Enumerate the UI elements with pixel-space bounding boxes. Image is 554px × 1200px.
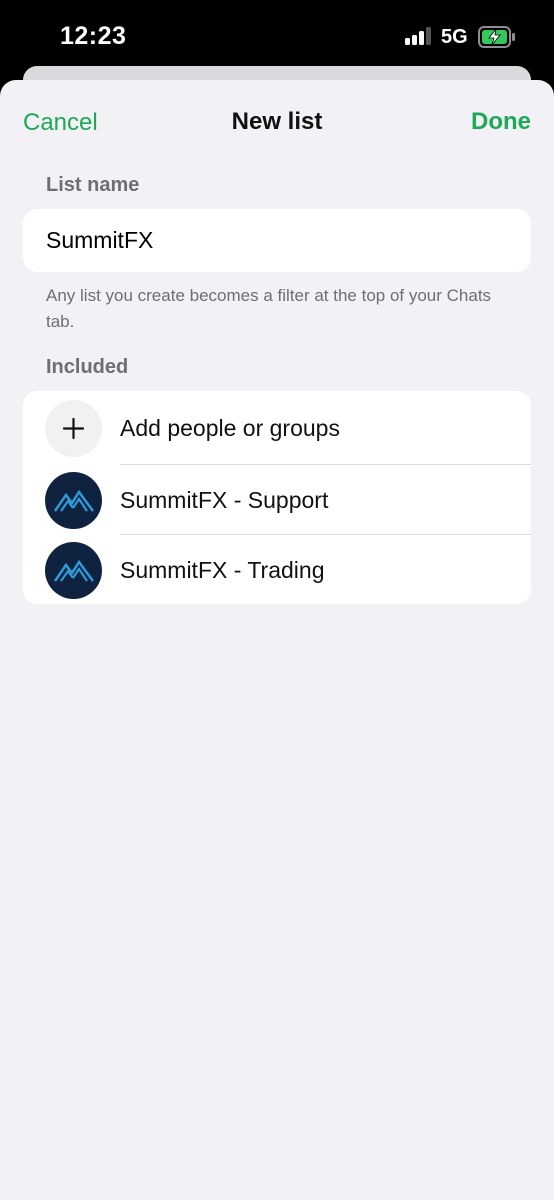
- included-label: Included: [46, 356, 129, 378]
- add-people-label: Add people or groups: [120, 415, 340, 441]
- status-bar: 12:23 5G: [0, 0, 554, 72]
- battery-charging-icon: [478, 26, 516, 48]
- add-people-button[interactable]: Add people or groups: [23, 391, 531, 461]
- list-name-input[interactable]: [46, 209, 506, 272]
- list-name-field: [23, 209, 531, 272]
- list-item-label: SummitFX - Support: [120, 487, 329, 513]
- list-name-hint: Any list you create becomes a filter at …: [46, 286, 492, 331]
- list-item[interactable]: SummitFX - Support: [23, 463, 531, 533]
- status-time: 12:23: [60, 22, 127, 50]
- list-item-label: SummitFX - Trading: [120, 557, 325, 583]
- summitfx-logo-icon: [45, 542, 102, 599]
- plus-icon: [62, 417, 85, 440]
- add-icon-circle: [45, 400, 102, 457]
- included-list: Add people or groups SummitFX - Support: [23, 391, 531, 604]
- network-type: 5G: [441, 26, 468, 48]
- list-item[interactable]: SummitFX - Trading: [23, 533, 531, 603]
- new-list-sheet: Cancel New list Done List name Any list …: [0, 80, 554, 1200]
- done-button[interactable]: Done: [471, 108, 531, 136]
- cellular-signal-icon: [405, 27, 433, 45]
- list-name-label: List name: [46, 174, 140, 196]
- summitfx-logo-icon: [45, 472, 102, 529]
